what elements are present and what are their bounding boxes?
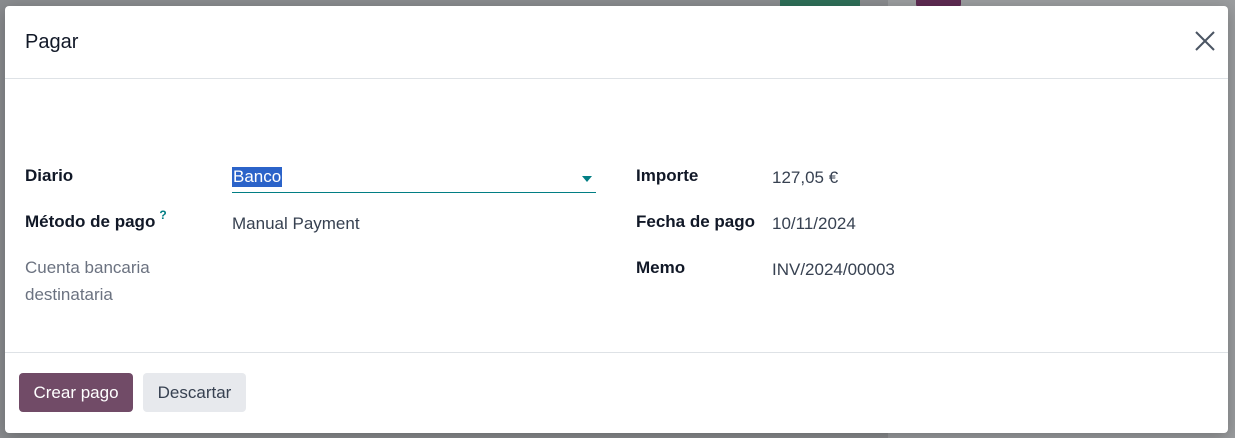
caret-down-icon <box>582 176 592 182</box>
dialog-body: Diario Banco Método de pago? Manual Paym… <box>5 79 1228 353</box>
recipient-bank-account-label: Cuenta bancaria destinataria <box>25 254 150 308</box>
memo-label: Memo <box>636 258 686 277</box>
payment-method-value: Manual Payment <box>232 214 360 233</box>
recipient-bank-account-label-line2: destinataria <box>25 285 113 304</box>
journal-select-value: Banco <box>232 167 283 187</box>
discard-button[interactable]: Descartar <box>143 373 246 412</box>
payment-method-label-text: Método de pago <box>25 212 156 231</box>
help-tooltip-icon[interactable]: ? <box>159 208 166 222</box>
journal-label: Diario <box>25 166 74 185</box>
dialog-title: Pagar <box>25 31 79 53</box>
recipient-bank-account-label-line1: Cuenta bancaria <box>25 258 150 277</box>
payment-date-value[interactable]: 10/11/2024 <box>772 214 856 234</box>
amount-value[interactable]: 127,05 € <box>772 168 838 188</box>
journal-select[interactable]: Banco <box>232 164 596 193</box>
create-payment-button[interactable]: Crear pago <box>19 373 133 412</box>
payment-method-label: Método de pago? <box>25 208 167 232</box>
payment-dialog: Pagar Diario Banco Método de pago? Manua… <box>5 6 1228 433</box>
memo-value[interactable]: INV/2024/00003 <box>772 260 895 280</box>
amount-label: Importe <box>636 166 699 185</box>
close-button[interactable] <box>1190 26 1220 56</box>
payment-date-label: Fecha de pago <box>636 212 756 231</box>
dialog-header: Pagar <box>5 6 1228 79</box>
close-icon <box>1195 31 1215 51</box>
